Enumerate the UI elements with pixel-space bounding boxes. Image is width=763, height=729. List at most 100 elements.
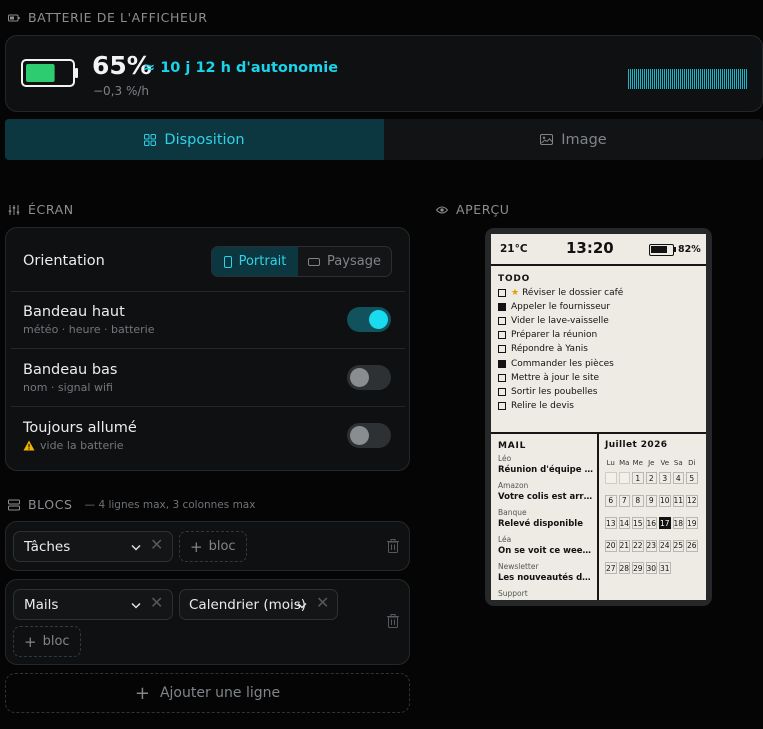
portrait-icon bbox=[223, 255, 232, 268]
calendar-day: 30 bbox=[645, 562, 657, 574]
divider bbox=[11, 291, 405, 292]
sparkline-bar bbox=[728, 69, 729, 89]
sparkline-bar bbox=[686, 69, 687, 89]
remove-block-icon[interactable]: ✕ bbox=[316, 593, 329, 612]
calendar-day: 3 bbox=[659, 472, 671, 484]
add-block-button[interactable]: + bloc bbox=[13, 626, 81, 657]
sparkline-bar bbox=[714, 69, 715, 89]
calendar-day: 9 bbox=[645, 494, 657, 507]
sparkline-bar bbox=[670, 69, 671, 89]
sparkline-bar bbox=[630, 69, 631, 89]
rows-icon bbox=[8, 499, 20, 510]
calendar-day: 18 bbox=[672, 517, 684, 529]
calendar-day-name: Ve bbox=[660, 459, 670, 467]
landscape-icon bbox=[308, 257, 321, 266]
mail-item: Banque Relevé disponible bbox=[498, 508, 594, 535]
orientation-landscape[interactable]: Paysage bbox=[298, 247, 391, 276]
calendar-day-name: Ma bbox=[619, 459, 630, 467]
sparkline-bar bbox=[628, 69, 629, 89]
trash-icon[interactable] bbox=[387, 539, 399, 553]
todo-item: Répondre à Yanis bbox=[498, 342, 623, 356]
add-block-label: bloc bbox=[208, 539, 236, 554]
block-row-1: Tâches ✕ + bloc bbox=[5, 521, 410, 571]
sparkline-bar bbox=[710, 69, 711, 89]
block-select-mails[interactable]: Mails bbox=[13, 589, 173, 620]
calendar-week: 13 14 15 16 17 18 19 bbox=[605, 517, 699, 529]
sparkline-bar bbox=[674, 69, 675, 89]
device-preview: 21°C 13:20 82% TODO ★ Réviser le dossier … bbox=[485, 228, 712, 606]
todo-item: Commander les pièces bbox=[498, 356, 623, 370]
always-on-toggle[interactable] bbox=[347, 423, 391, 448]
tab-image[interactable]: Image bbox=[384, 119, 763, 160]
bottom-bar-toggle[interactable] bbox=[347, 365, 391, 390]
sparkline-bar bbox=[636, 69, 637, 89]
orientation-portrait[interactable]: Portrait bbox=[212, 247, 298, 276]
sparkline-bar bbox=[708, 69, 709, 89]
eye-icon bbox=[436, 206, 448, 213]
checkbox bbox=[498, 289, 506, 298]
remove-block-icon[interactable]: ✕ bbox=[150, 535, 163, 554]
block-select-taches[interactable]: Tâches bbox=[13, 531, 173, 562]
mail-subject: Réunion d'équipe l... bbox=[498, 465, 594, 475]
add-block-button[interactable]: + bloc bbox=[179, 531, 247, 562]
block-select-value: Calendrier (mois) bbox=[189, 596, 307, 613]
screen-section-title: ÉCRAN bbox=[28, 202, 74, 217]
todo-item: Sortir les poubelles bbox=[498, 385, 623, 399]
top-bar-sub: météo · heure · batterie bbox=[23, 323, 155, 336]
always-on-sub-text: vide la batterie bbox=[40, 439, 124, 452]
calendar-day bbox=[618, 472, 630, 484]
blocks-section-title: BLOCS bbox=[28, 497, 73, 512]
screen-settings-panel: Orientation Portrait Paysage Bandeau hau… bbox=[5, 227, 410, 471]
remove-block-icon[interactable]: ✕ bbox=[150, 593, 163, 612]
top-bar-toggle[interactable] bbox=[347, 307, 391, 332]
calendar-day-name: Je bbox=[648, 459, 655, 467]
status-battery-percent: 82% bbox=[678, 244, 701, 255]
battery-section-title: BATTERIE DE L'AFFICHEUR bbox=[28, 10, 208, 25]
mail-from: Support bbox=[498, 589, 528, 598]
mail-item: Amazon Votre colis est arrivé bbox=[498, 481, 594, 508]
todo-text: Préparer la réunion bbox=[511, 330, 598, 341]
checkbox bbox=[498, 359, 506, 368]
mode-tabs: Disposition Image bbox=[5, 119, 763, 160]
battery-history-sparkline bbox=[628, 69, 747, 89]
chevron-down-icon bbox=[131, 544, 141, 551]
sparkline-bar bbox=[650, 69, 651, 89]
block-row-2: Mails ✕ Calendrier (mois) ✕ + bloc bbox=[5, 579, 410, 665]
battery-section-header: BATTERIE DE L'AFFICHEUR bbox=[8, 10, 208, 25]
sparkline-bar bbox=[644, 69, 645, 89]
bottom-bar-label: Bandeau bas bbox=[23, 362, 118, 378]
checkbox bbox=[498, 401, 506, 410]
todo-text: Appeler le fournisseur bbox=[511, 302, 611, 313]
sparkline-bar bbox=[730, 69, 731, 89]
trash-icon[interactable] bbox=[387, 614, 399, 628]
sparkline-bar bbox=[666, 69, 667, 89]
preview-section-header: APERÇU bbox=[436, 202, 510, 217]
calendar-day: 5 bbox=[686, 472, 698, 484]
checkbox bbox=[498, 303, 506, 312]
todo-text: Mettre à jour le site bbox=[511, 372, 600, 383]
calendar-day: 4 bbox=[672, 472, 684, 484]
sparkline-bar bbox=[736, 69, 737, 89]
add-line-button[interactable]: + Ajouter une ligne bbox=[5, 673, 410, 713]
calendar-day: 10 bbox=[659, 494, 671, 507]
mail-from: Banque bbox=[498, 508, 527, 517]
sparkline-bar bbox=[668, 69, 669, 89]
mail-from: Amazon bbox=[498, 481, 529, 490]
calendar-day: 23 bbox=[645, 539, 657, 552]
calendar-title: Juillet 2026 bbox=[605, 440, 668, 450]
sparkline-bar bbox=[702, 69, 703, 89]
sparkline-bar bbox=[642, 69, 643, 89]
mail-item: Léo Réunion d'équipe l... bbox=[498, 454, 594, 481]
battery-autonomy: ≈ 10 j 12 h d'autonomie bbox=[143, 60, 339, 76]
block-select-calendar[interactable]: Calendrier (mois) bbox=[179, 589, 338, 620]
calendar-day-name: Lu bbox=[606, 459, 615, 467]
sparkline-bar bbox=[744, 69, 745, 89]
tab-disposition-label: Disposition bbox=[164, 131, 245, 148]
calendar-week: 20 21 22 23 24 25 26 bbox=[605, 539, 699, 552]
plus-icon: + bbox=[24, 632, 37, 651]
calendar-day: 25 bbox=[672, 539, 684, 552]
mail-item: Newsletter Les nouveautés du ... bbox=[498, 562, 594, 589]
tab-disposition[interactable]: Disposition bbox=[5, 119, 384, 160]
sparkline-bar bbox=[692, 69, 693, 89]
calendar-day bbox=[605, 472, 617, 484]
